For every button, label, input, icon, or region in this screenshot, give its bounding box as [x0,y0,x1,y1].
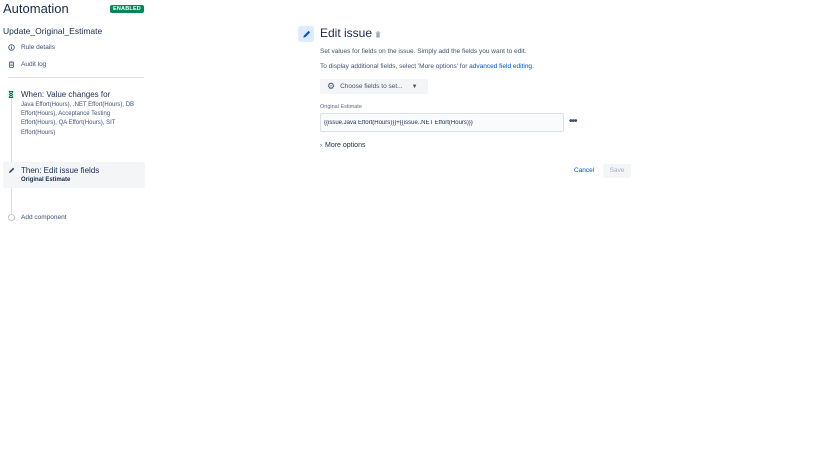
more-options-label: More options [325,142,366,149]
trigger-title[interactable]: When: Value changes for [21,90,110,99]
more-actions-icon[interactable]: ••• [569,116,577,127]
sidebar-divider [8,77,144,78]
original-estimate-field[interactable] [320,113,564,132]
sidebar-item-audit-log[interactable]: Audit log [8,61,46,68]
choose-fields-label: Choose fields to set... [340,83,403,90]
trash-icon[interactable] [375,31,381,40]
gear-icon: ⚙ [327,81,336,91]
trigger-description: Java Effort(Hours), .NET Effort(Hours), … [21,102,135,136]
trigger-icon [7,90,15,98]
page-title: Automation [3,1,69,16]
rule-name: Update_Original_Estimate [3,26,103,36]
pencil-icon [298,26,314,42]
sidebar-item-label: Rule details [21,44,55,51]
help-text-suffix: . [532,63,534,70]
action-title: Then: Edit issue fields [21,166,100,175]
clipboard-icon [8,61,15,68]
chevron-right-icon: › [320,142,322,149]
help-text-advanced: To display additional fields, select 'Mo… [320,63,534,70]
status-badge: ENABLED [110,5,144,13]
save-button[interactable]: Save [603,164,631,178]
sidebar-item-label: Audit log [21,61,47,68]
pencil-icon [7,166,15,174]
advanced-field-editing-link[interactable]: advanced field editing [469,63,532,70]
sidebar-item-rule-details[interactable]: Rule details [8,44,55,51]
help-text: Set values for fields on the issue. Simp… [320,48,527,55]
timeline-line [11,92,12,216]
add-component-link[interactable]: Add component [21,214,67,221]
editor-title: Edit issue [320,26,373,40]
add-component-circle-icon [8,214,15,221]
field-label: Original Estimate [320,104,362,110]
cancel-button[interactable]: Cancel [570,164,598,178]
chevron-down-icon: ▼ [411,83,418,90]
info-icon [8,44,15,51]
help-text-prefix: To display additional fields, select 'Mo… [320,63,470,70]
action-subtitle: Original Estimate [21,177,71,183]
more-options-toggle[interactable]: › More options [320,142,365,149]
choose-fields-dropdown[interactable]: ⚙ Choose fields to set... ▼ [320,79,428,94]
